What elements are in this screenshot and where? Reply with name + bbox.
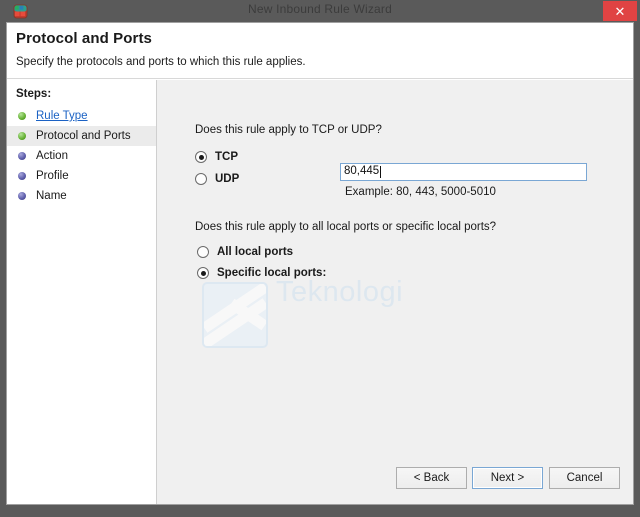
wizard-window: New Inbound Rule Wizard ✕ Protocol and P… [0, 0, 640, 517]
page-subtitle: Specify the protocols and ports to which… [16, 56, 306, 68]
radio-option-all-local-ports[interactable]: All local ports [197, 246, 293, 258]
dialog-client-area: Protocol and Ports Specify the protocols… [6, 22, 634, 505]
watermark-text: Teknologi [276, 276, 404, 308]
steps-label: Steps: [16, 88, 52, 100]
sidebar-item-name[interactable]: Name [7, 186, 156, 206]
button-bar: < Back Next > Cancel [157, 449, 633, 504]
ports-question: Does this rule apply to all local ports … [195, 221, 497, 233]
sidebar-item-profile[interactable]: Profile [7, 166, 156, 186]
radio-option-label: All local ports [217, 246, 294, 258]
page-header: Protocol and Ports Specify the protocols… [7, 23, 633, 79]
step-bullet-icon [18, 192, 26, 200]
cancel-button[interactable]: Cancel [549, 467, 620, 489]
window-title: New Inbound Rule Wizard [247, 2, 392, 16]
step-bullet-icon [18, 152, 26, 160]
radio-specific-local-ports-icon[interactable] [197, 267, 209, 279]
sidebar-item-label: Name [36, 190, 67, 202]
sidebar-item-rule-type[interactable]: Rule Type [7, 106, 156, 126]
sidebar-item-label: Action [36, 150, 68, 162]
step-bullet-icon [18, 132, 26, 140]
content-pane: Teknologi Does this rule apply to TCP or… [157, 80, 633, 504]
radio-tcp-icon[interactable] [195, 151, 207, 163]
page-title: Protocol and Ports [16, 30, 152, 47]
watermark: Teknologi [202, 270, 492, 360]
radio-option-specific-local-ports[interactable]: Specific local ports: [197, 267, 326, 279]
specific-ports-input[interactable]: 80,445 [340, 163, 587, 181]
back-button[interactable]: < Back [396, 467, 467, 489]
steps-sidebar: Steps: Rule Type Protocol and Ports Acti… [7, 80, 157, 504]
step-bullet-icon [18, 112, 26, 120]
close-button[interactable]: ✕ [603, 1, 637, 21]
sidebar-item-action[interactable]: Action [7, 146, 156, 166]
radio-option-tcp[interactable]: TCP [195, 151, 238, 163]
watermark-logo-icon [202, 282, 268, 348]
radio-option-label: Specific local ports: [217, 267, 327, 279]
radio-option-label: UDP [215, 173, 240, 185]
radio-option-label: TCP [215, 151, 238, 163]
specific-ports-value: 80,445 [344, 165, 380, 178]
steps-list: Rule Type Protocol and Ports Action Prof… [7, 106, 156, 206]
sidebar-item-protocol-and-ports[interactable]: Protocol and Ports [7, 126, 156, 146]
step-bullet-icon [18, 172, 26, 180]
title-bar: New Inbound Rule Wizard ✕ [0, 0, 640, 22]
close-icon: ✕ [614, 3, 626, 19]
radio-udp-icon[interactable] [195, 173, 207, 185]
ports-example-hint: Example: 80, 443, 5000-5010 [345, 186, 496, 198]
next-button[interactable]: Next > [472, 467, 543, 489]
protocol-question: Does this rule apply to TCP or UDP? [195, 124, 382, 136]
sidebar-item-label[interactable]: Rule Type [36, 110, 88, 122]
sidebar-item-label: Profile [36, 170, 69, 182]
text-caret [380, 166, 382, 178]
radio-all-local-ports-icon[interactable] [197, 246, 209, 258]
sidebar-item-label: Protocol and Ports [36, 130, 131, 142]
radio-option-udp[interactable]: UDP [195, 173, 239, 185]
